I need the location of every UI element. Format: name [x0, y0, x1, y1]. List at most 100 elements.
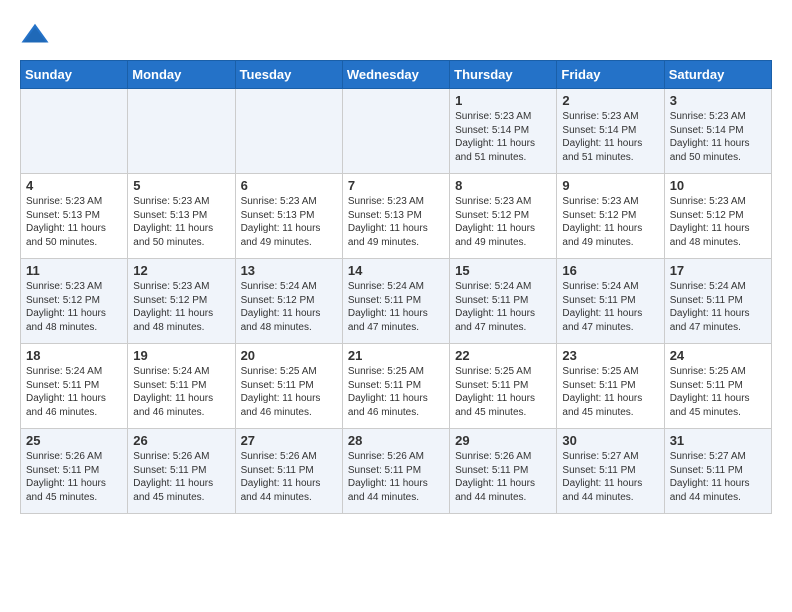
- calendar-cell: 9 Sunrise: 5:23 AM Sunset: 5:12 PM Daylig…: [557, 174, 664, 259]
- cell-content: Sunrise: 5:26 AM Sunset: 5:11 PM Dayligh…: [133, 450, 229, 504]
- cell-content: Sunrise: 5:23 AM Sunset: 5:13 PM Dayligh…: [133, 195, 229, 249]
- cell-content: Sunrise: 5:23 AM Sunset: 5:14 PM Dayligh…: [455, 110, 551, 164]
- day-number: 16: [562, 263, 658, 278]
- day-number: 28: [348, 433, 444, 448]
- calendar-cell: 29Sunrise: 5:26 AM Sunset: 5:11 PM Dayli…: [450, 429, 557, 514]
- day-header-wednesday: Wednesday: [342, 61, 449, 89]
- day-number: 8: [455, 178, 551, 193]
- calendar-cell: 26 Sunrise: 5:26 AM Sunset: 5:11 PM Dayli…: [128, 429, 235, 514]
- day-number: 26: [133, 433, 229, 448]
- calendar-cell: 8 Sunrise: 5:23 AM Sunset: 5:12 PM Daylig…: [450, 174, 557, 259]
- calendar-cell: 11 Sunrise: 5:23 AM Sunset: 5:12 PM Dayli…: [21, 259, 128, 344]
- day-number: 9: [562, 178, 658, 193]
- week-row-3: 11 Sunrise: 5:23 AM Sunset: 5:12 PM Dayli…: [21, 259, 772, 344]
- page-header: [20, 20, 772, 50]
- calendar-cell: 12 Sunrise: 5:23 AM Sunset: 5:12 PM Dayli…: [128, 259, 235, 344]
- day-header-friday: Friday: [557, 61, 664, 89]
- calendar-cell: 14Sunrise: 5:24 AM Sunset: 5:11 PM Dayli…: [342, 259, 449, 344]
- day-number: 14: [348, 263, 444, 278]
- cell-content: Sunrise: 5:26 AM Sunset: 5:11 PM Dayligh…: [241, 450, 337, 504]
- cell-content: Sunrise: 5:23 AM Sunset: 5:14 PM Dayligh…: [670, 110, 766, 164]
- day-header-monday: Monday: [128, 61, 235, 89]
- day-header-thursday: Thursday: [450, 61, 557, 89]
- calendar-cell: 19 Sunrise: 5:24 AM Sunset: 5:11 PM Dayli…: [128, 344, 235, 429]
- day-number: 4: [26, 178, 122, 193]
- day-number: 13: [241, 263, 337, 278]
- calendar-cell: 27 Sunrise: 5:26 AM Sunset: 5:11 PM Dayli…: [235, 429, 342, 514]
- day-number: 6: [241, 178, 337, 193]
- week-row-4: 18 Sunrise: 5:24 AM Sunset: 5:11 PM Dayli…: [21, 344, 772, 429]
- cell-content: Sunrise: 5:23 AM Sunset: 5:13 PM Dayligh…: [26, 195, 122, 249]
- day-number: 27: [241, 433, 337, 448]
- cell-content: Sunrise: 5:26 AM Sunset: 5:11 PM Dayligh…: [455, 450, 551, 504]
- calendar-cell: [342, 89, 449, 174]
- cell-content: Sunrise: 5:27 AM Sunset: 5:11 PM Dayligh…: [562, 450, 658, 504]
- calendar-cell: 5 Sunrise: 5:23 AM Sunset: 5:13 PM Daylig…: [128, 174, 235, 259]
- cell-content: Sunrise: 5:24 AM Sunset: 5:11 PM Dayligh…: [26, 365, 122, 419]
- day-number: 10: [670, 178, 766, 193]
- day-number: 1: [455, 93, 551, 108]
- cell-content: Sunrise: 5:25 AM Sunset: 5:11 PM Dayligh…: [455, 365, 551, 419]
- cell-content: Sunrise: 5:24 AM Sunset: 5:11 PM Dayligh…: [562, 280, 658, 334]
- day-number: 30: [562, 433, 658, 448]
- calendar-cell: 30 Sunrise: 5:27 AM Sunset: 5:11 PM Dayli…: [557, 429, 664, 514]
- day-number: 12: [133, 263, 229, 278]
- cell-content: Sunrise: 5:23 AM Sunset: 5:12 PM Dayligh…: [26, 280, 122, 334]
- calendar-cell: 18 Sunrise: 5:24 AM Sunset: 5:11 PM Dayli…: [21, 344, 128, 429]
- cell-content: Sunrise: 5:25 AM Sunset: 5:11 PM Dayligh…: [241, 365, 337, 419]
- calendar-cell: 4 Sunrise: 5:23 AM Sunset: 5:13 PM Daylig…: [21, 174, 128, 259]
- cell-content: Sunrise: 5:24 AM Sunset: 5:11 PM Dayligh…: [133, 365, 229, 419]
- logo: [20, 20, 54, 50]
- cell-content: Sunrise: 5:23 AM Sunset: 5:13 PM Dayligh…: [348, 195, 444, 249]
- calendar-cell: 2 Sunrise: 5:23 AM Sunset: 5:14 PM Daylig…: [557, 89, 664, 174]
- calendar-cell: 24Sunrise: 5:25 AM Sunset: 5:11 PM Dayli…: [664, 344, 771, 429]
- cell-content: Sunrise: 5:23 AM Sunset: 5:14 PM Dayligh…: [562, 110, 658, 164]
- calendar-cell: 6 Sunrise: 5:23 AM Sunset: 5:13 PM Daylig…: [235, 174, 342, 259]
- calendar-table: SundayMondayTuesdayWednesdayThursdayFrid…: [20, 60, 772, 514]
- calendar-cell: 15 Sunrise: 5:24 AM Sunset: 5:11 PM Dayli…: [450, 259, 557, 344]
- day-number: 18: [26, 348, 122, 363]
- day-number: 2: [562, 93, 658, 108]
- cell-content: Sunrise: 5:24 AM Sunset: 5:11 PM Dayligh…: [455, 280, 551, 334]
- cell-content: Sunrise: 5:23 AM Sunset: 5:12 PM Dayligh…: [133, 280, 229, 334]
- week-row-5: 25Sunrise: 5:26 AM Sunset: 5:11 PM Dayli…: [21, 429, 772, 514]
- day-number: 19: [133, 348, 229, 363]
- day-number: 7: [348, 178, 444, 193]
- cell-content: Sunrise: 5:23 AM Sunset: 5:13 PM Dayligh…: [241, 195, 337, 249]
- day-number: 15: [455, 263, 551, 278]
- calendar-cell: 28 Sunrise: 5:26 AM Sunset: 5:11 PM Dayli…: [342, 429, 449, 514]
- cell-content: Sunrise: 5:26 AM Sunset: 5:11 PM Dayligh…: [348, 450, 444, 504]
- week-row-2: 4 Sunrise: 5:23 AM Sunset: 5:13 PM Daylig…: [21, 174, 772, 259]
- cell-content: Sunrise: 5:23 AM Sunset: 5:12 PM Dayligh…: [455, 195, 551, 249]
- cell-content: Sunrise: 5:25 AM Sunset: 5:11 PM Dayligh…: [348, 365, 444, 419]
- calendar-cell: 21 Sunrise: 5:25 AM Sunset: 5:11 PM Dayli…: [342, 344, 449, 429]
- calendar-cell: 7 Sunrise: 5:23 AM Sunset: 5:13 PM Daylig…: [342, 174, 449, 259]
- calendar-cell: [21, 89, 128, 174]
- day-number: 23: [562, 348, 658, 363]
- day-number: 22: [455, 348, 551, 363]
- day-number: 11: [26, 263, 122, 278]
- day-number: 24: [670, 348, 766, 363]
- cell-content: Sunrise: 5:23 AM Sunset: 5:12 PM Dayligh…: [562, 195, 658, 249]
- calendar-cell: 31Sunrise: 5:27 AM Sunset: 5:11 PM Dayli…: [664, 429, 771, 514]
- calendar-cell: 1 Sunrise: 5:23 AM Sunset: 5:14 PM Daylig…: [450, 89, 557, 174]
- day-number: 21: [348, 348, 444, 363]
- calendar-cell: 16 Sunrise: 5:24 AM Sunset: 5:11 PM Dayli…: [557, 259, 664, 344]
- cell-content: Sunrise: 5:24 AM Sunset: 5:11 PM Dayligh…: [670, 280, 766, 334]
- day-header-tuesday: Tuesday: [235, 61, 342, 89]
- day-number: 5: [133, 178, 229, 193]
- calendar-cell: 10Sunrise: 5:23 AM Sunset: 5:12 PM Dayli…: [664, 174, 771, 259]
- calendar-cell: 20Sunrise: 5:25 AM Sunset: 5:11 PM Dayli…: [235, 344, 342, 429]
- day-number: 17: [670, 263, 766, 278]
- day-number: 31: [670, 433, 766, 448]
- calendar-cell: 25Sunrise: 5:26 AM Sunset: 5:11 PM Dayli…: [21, 429, 128, 514]
- calendar-cell: [235, 89, 342, 174]
- cell-content: Sunrise: 5:26 AM Sunset: 5:11 PM Dayligh…: [26, 450, 122, 504]
- calendar-cell: 13 Sunrise: 5:24 AM Sunset: 5:12 PM Dayli…: [235, 259, 342, 344]
- day-number: 3: [670, 93, 766, 108]
- calendar-cell: 23Sunrise: 5:25 AM Sunset: 5:11 PM Dayli…: [557, 344, 664, 429]
- cell-content: Sunrise: 5:24 AM Sunset: 5:12 PM Dayligh…: [241, 280, 337, 334]
- days-header-row: SundayMondayTuesdayWednesdayThursdayFrid…: [21, 61, 772, 89]
- calendar-cell: 3 Sunrise: 5:23 AM Sunset: 5:14 PM Daylig…: [664, 89, 771, 174]
- day-header-saturday: Saturday: [664, 61, 771, 89]
